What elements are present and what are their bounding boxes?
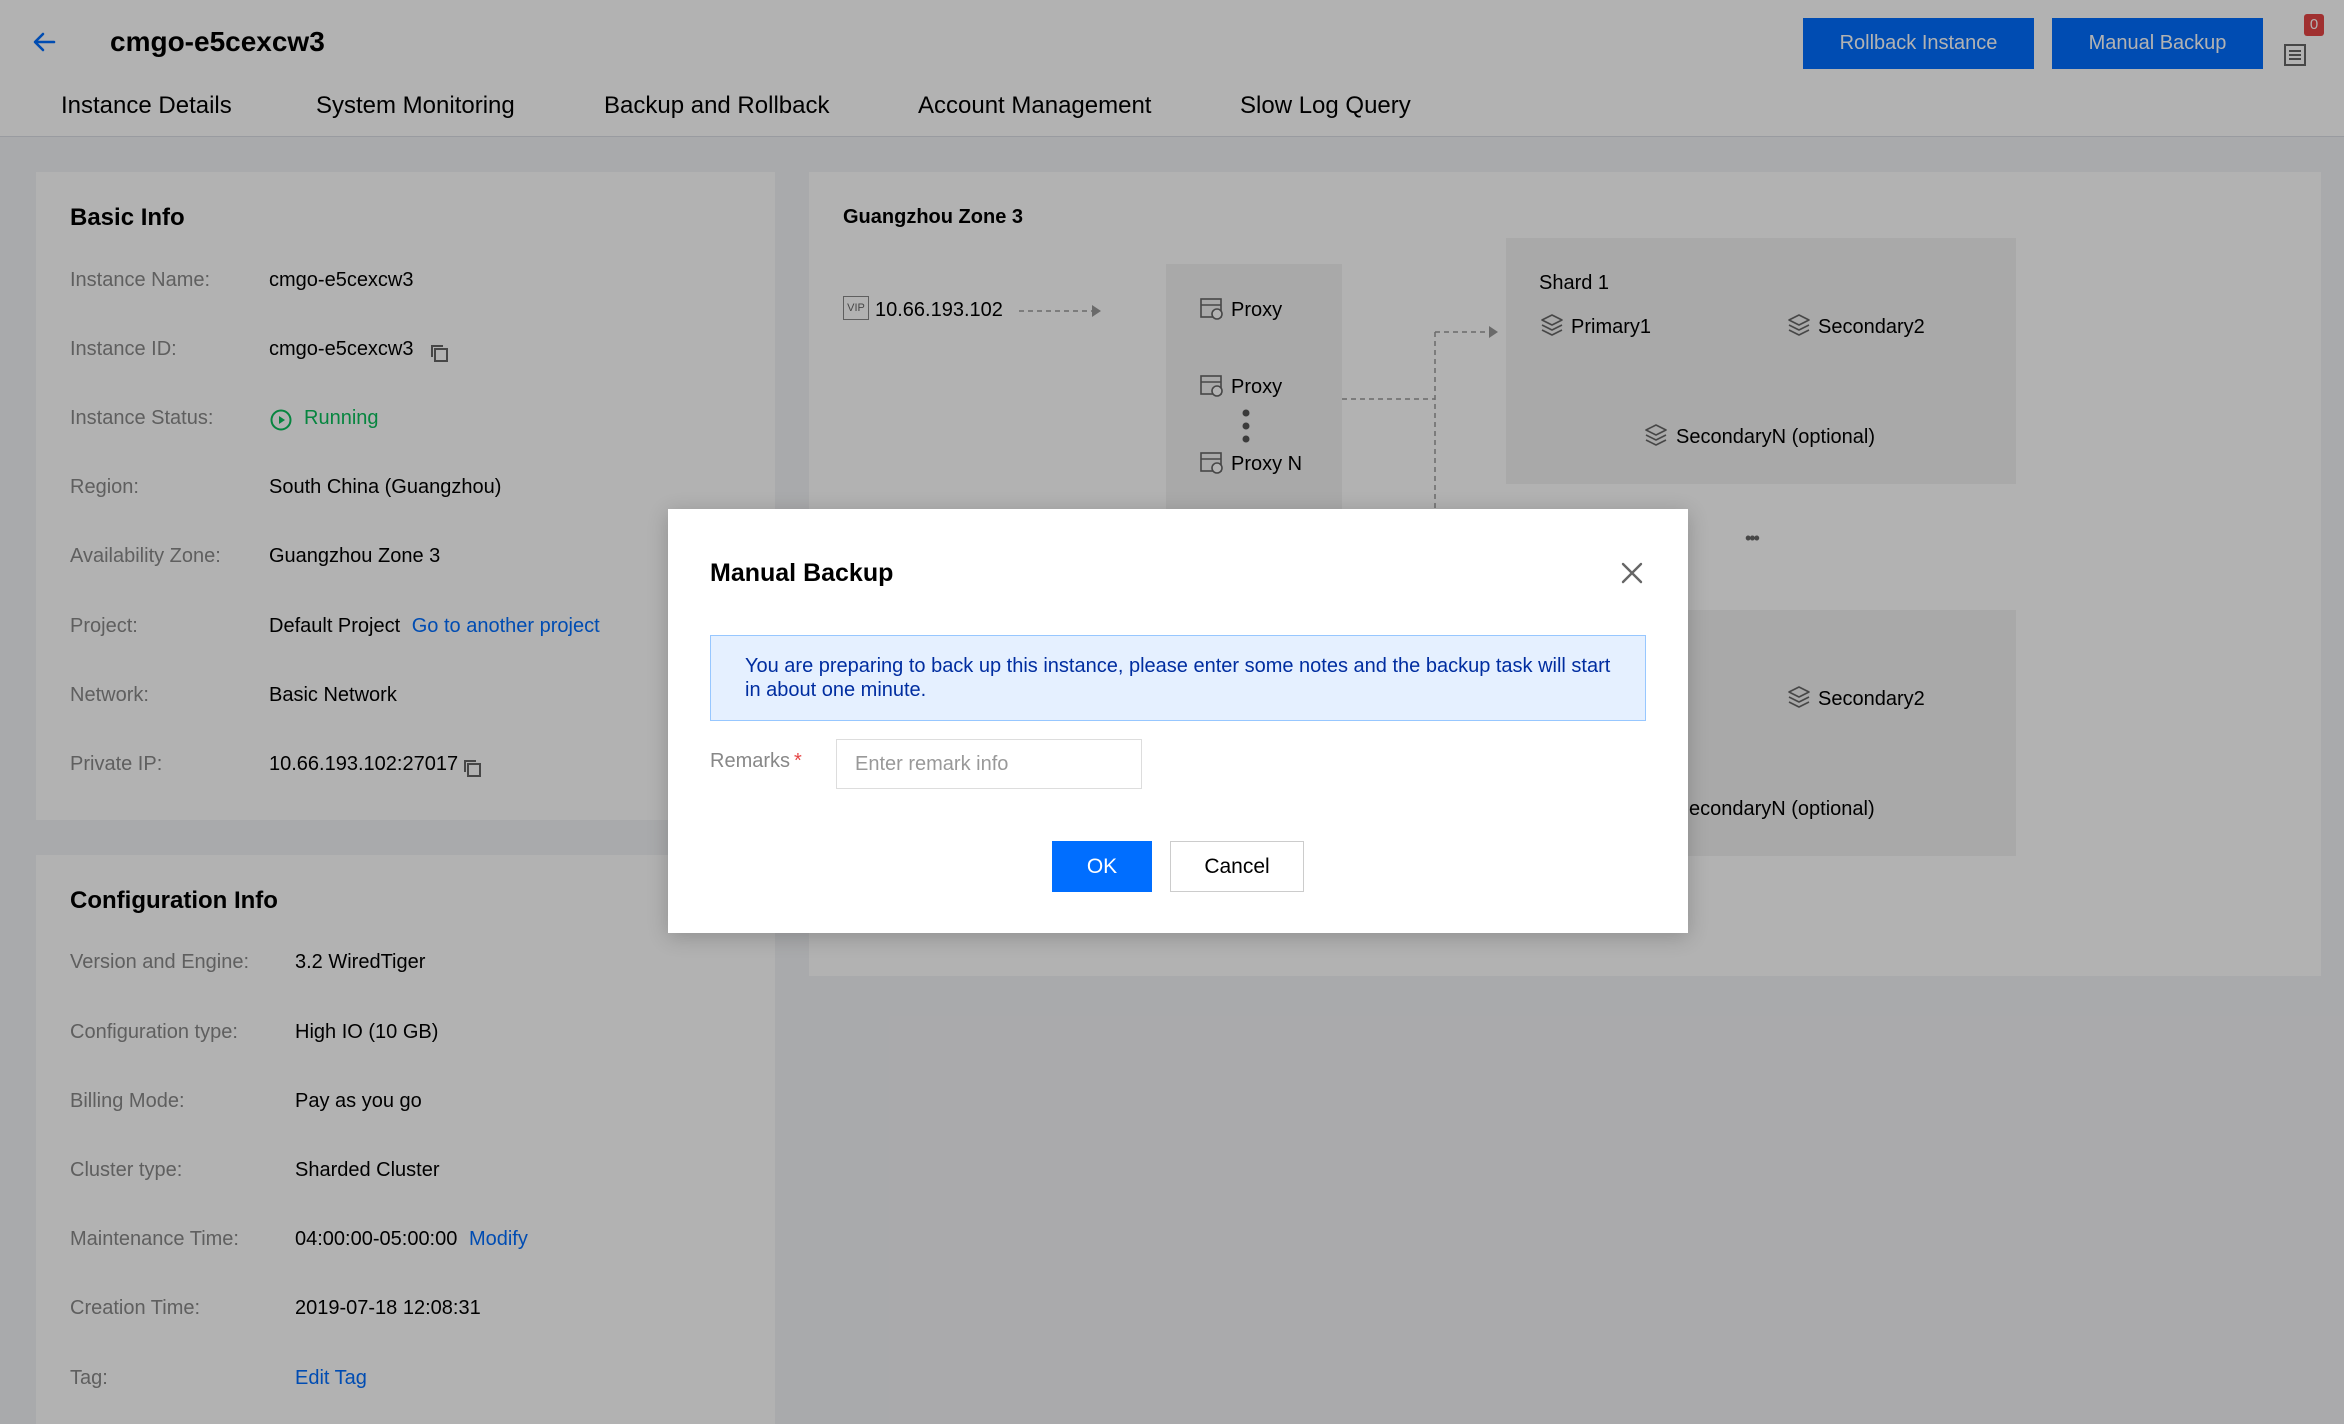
remarks-label: Remarks * [710,750,802,773]
required-mark: * [794,750,802,772]
manual-backup-dialog: Manual Backup You are preparing to back … [668,509,1688,933]
close-icon[interactable] [1618,559,1646,587]
backup-info-message: You are preparing to back up this instan… [710,635,1646,721]
remarks-label-text: Remarks [710,750,791,772]
cancel-button[interactable]: Cancel [1170,841,1304,892]
dialog-title: Manual Backup [710,559,894,587]
remarks-input[interactable] [836,739,1142,789]
ok-button[interactable]: OK [1052,841,1152,892]
